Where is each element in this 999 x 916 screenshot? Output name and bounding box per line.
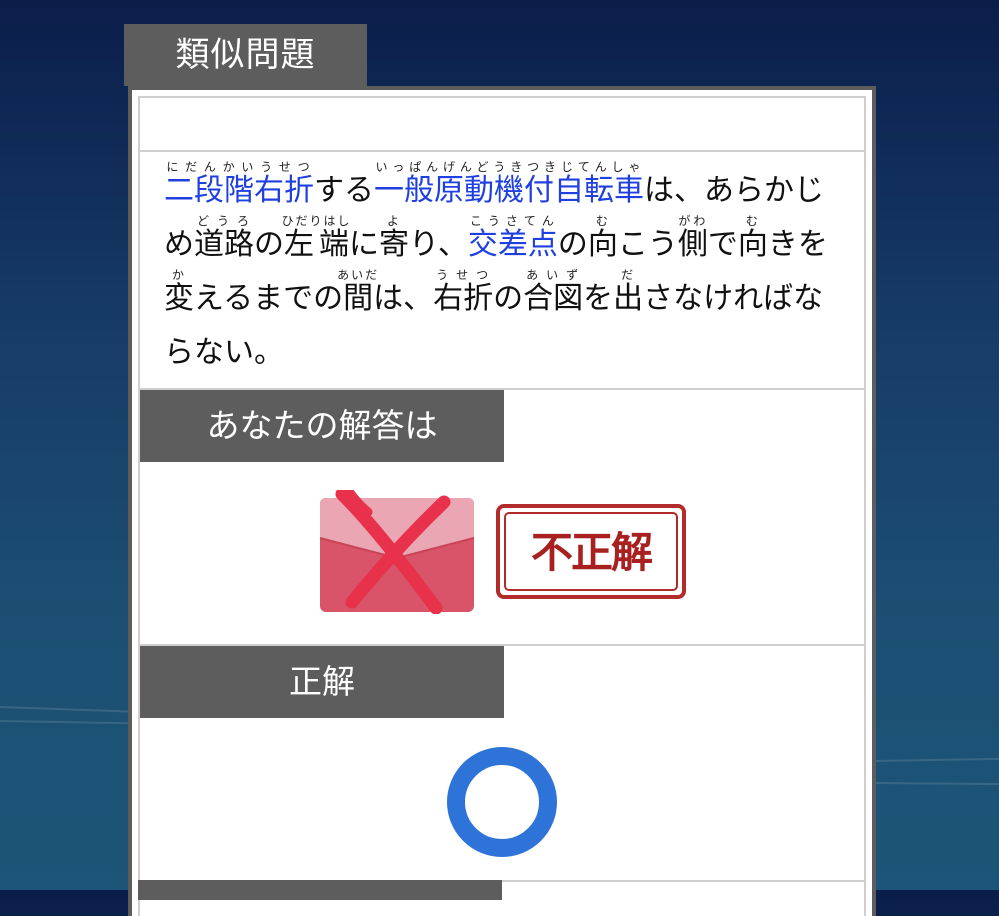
question-text-segment: を	[583, 281, 614, 316]
question-text-segment: で	[707, 227, 738, 262]
correct-answer-section: 正解	[140, 646, 864, 882]
blank-row	[140, 98, 864, 152]
correct-answer-label: 正解	[140, 646, 504, 718]
your-answer-section: あなたの解答は 不正解	[140, 390, 864, 646]
ruby-reading: あいだ	[337, 268, 380, 282]
background-streak	[875, 782, 999, 786]
background-streak	[0, 720, 140, 725]
glossary-link[interactable]: 一般原動機付自転車いっぱんげんどうきつきじてんしゃ	[374, 160, 644, 208]
ruby-reading: か	[164, 268, 194, 282]
question-text-segment: えるまでの	[194, 281, 344, 316]
ruby-word: 向む	[587, 214, 618, 262]
question-text-segment: こう	[617, 227, 678, 262]
question-text-segment: は、	[373, 281, 434, 316]
ruby-word: 寄よ	[379, 214, 410, 262]
ruby-reading: あいず	[523, 268, 584, 282]
question-text-segment: の	[557, 227, 588, 262]
ruby-word: 合図あいず	[523, 268, 584, 316]
ruby-reading: よ	[379, 214, 409, 228]
ruby-reading: こうさてん	[467, 214, 558, 228]
question-text-segment: きを	[767, 227, 828, 262]
glossary-link[interactable]: 交差点こうさてん	[468, 214, 558, 262]
ruby-reading: うせつ	[433, 268, 494, 282]
glossary-link[interactable]: 二段階右折にだんかいうせつ	[164, 160, 314, 208]
question-text-segment: り、	[409, 227, 468, 262]
background-streak	[0, 706, 140, 713]
cross-envelope-icon	[318, 485, 476, 615]
question-text: 二段階右折にだんかいうせつする一般原動機付自転車いっぱんげんどうきつきじてんしゃ…	[140, 152, 864, 390]
question-text-segment: の	[254, 227, 284, 262]
ruby-word: 右折うせつ	[433, 268, 494, 316]
ruby-reading: む	[587, 214, 618, 228]
ruby-word: 向む	[737, 214, 768, 262]
question-text-segment: の	[493, 281, 524, 316]
question-panel: 二段階右折にだんかいうせつする一般原動機付自転車いっぱんげんどうきつきじてんしゃ…	[128, 86, 876, 916]
next-section-label	[138, 880, 502, 900]
ruby-reading: む	[737, 214, 768, 228]
incorrect-stamp: 不正解	[496, 504, 686, 599]
ruby-reading: にだんかいうせつ	[164, 160, 314, 174]
ruby-reading: だ	[613, 268, 644, 282]
your-answer-label: あなたの解答は	[140, 390, 504, 462]
ruby-word: 変か	[164, 268, 194, 316]
result-display: 不正解	[318, 485, 686, 615]
question-panel-inner: 二段階右折にだんかいうせつする一般原動機付自転車いっぱんげんどうきつきじてんしゃ…	[138, 96, 866, 916]
ruby-word: 出だ	[613, 268, 644, 316]
ruby-word: 道路どうろ	[194, 214, 254, 262]
ruby-reading: いっぱんげんどうきつきじてんしゃ	[374, 160, 644, 174]
incorrect-stamp-text: 不正解	[504, 512, 678, 591]
circle-icon	[446, 746, 558, 858]
page-title: 類似問題	[124, 24, 367, 86]
ruby-reading: どうろ	[194, 214, 254, 228]
ruby-word: 側がわ	[677, 214, 708, 262]
question-text-segment: に	[349, 227, 380, 262]
ruby-reading: がわ	[677, 214, 708, 228]
ruby-reading: ひだりはし	[281, 214, 352, 228]
ruby-word: 間あいだ	[337, 268, 380, 316]
background-streak	[875, 757, 999, 762]
ruby-word: 左端ひだりはし	[281, 214, 352, 262]
question-text-segment: する	[314, 173, 374, 208]
